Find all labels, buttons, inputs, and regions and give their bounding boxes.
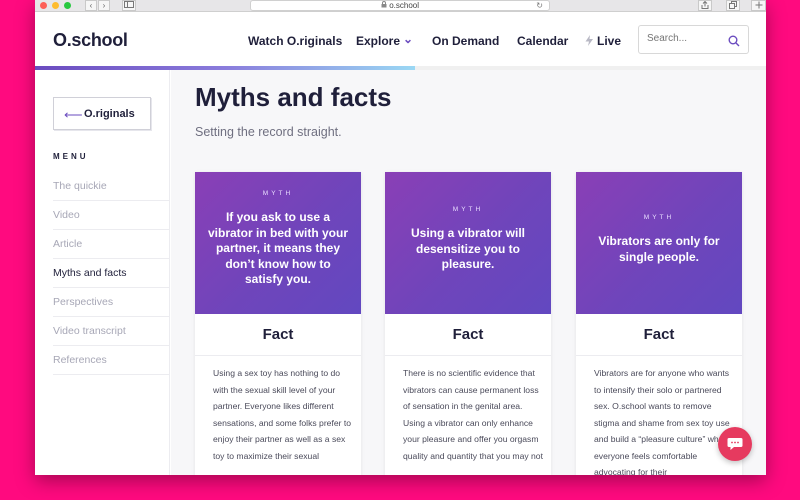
address-bar[interactable]: o.school ↻	[250, 0, 550, 11]
fact-heading: Fact	[643, 326, 675, 343]
fact-text: There is no scientific evidence that vib…	[403, 368, 543, 461]
fact-heading: Fact	[262, 326, 294, 343]
back-to-originals-button[interactable]: ⟵ O.riginals	[53, 97, 151, 130]
url-text: o.school	[389, 1, 420, 10]
bolt-icon	[585, 35, 594, 49]
close-window-button[interactable]	[40, 2, 47, 9]
search-box	[638, 25, 749, 54]
browser-toolbar: ‹ › o.school ↻	[35, 0, 766, 12]
forward-nav-button[interactable]: ›	[98, 0, 110, 11]
site-logo[interactable]: O.school	[53, 30, 128, 51]
myth-fact-card: MYTH Using a vibrator will desensitize y…	[385, 172, 551, 475]
divider	[385, 355, 551, 356]
sidebar-item-video-transcript[interactable]: Video transcript	[53, 317, 170, 346]
search-input[interactable]	[647, 33, 727, 44]
browser-window: ‹ › o.school ↻ O.school Watch O.riginals…	[35, 0, 766, 475]
fact-text: Using a sex toy has nothing to do with t…	[213, 368, 352, 461]
myth-text: Using a vibrator will desensitize you to…	[410, 226, 526, 271]
chat-button[interactable]	[718, 427, 752, 461]
myth-panel: MYTH If you ask to use a vibrator in bed…	[195, 172, 361, 314]
zoom-window-button[interactable]	[64, 2, 71, 9]
menu-heading: MENU	[53, 152, 89, 161]
sidebar-item-references[interactable]: References	[53, 346, 170, 375]
page-subtitle: Setting the record straight.	[195, 125, 342, 139]
site-header: O.school Watch O.riginals Explore ⌄ On D…	[35, 13, 766, 66]
fact-heading: Fact	[452, 326, 484, 343]
nav-watch-originals[interactable]: Watch O.riginals	[248, 34, 342, 48]
sidebar-item-the-quickie[interactable]: The quickie	[53, 172, 170, 201]
chevron-down-icon[interactable]: ⌄	[403, 32, 413, 46]
sidebar-item-article[interactable]: Article	[53, 230, 170, 259]
myth-text: Vibrators are only for single people.	[598, 234, 720, 264]
back-button-label: O.riginals	[84, 108, 135, 120]
chat-bubble-icon	[727, 437, 743, 456]
myth-label: MYTH	[452, 206, 484, 213]
back-nav-button[interactable]: ‹	[85, 0, 97, 11]
myth-panel: MYTH Vibrators are only for single peopl…	[576, 172, 742, 314]
sidebar: ⟵ O.riginals MENU The quickie Video Arti…	[35, 70, 170, 475]
main-content: Myths and facts Setting the record strai…	[171, 70, 766, 475]
nav-explore[interactable]: Explore	[356, 34, 400, 48]
nav-calendar[interactable]: Calendar	[517, 34, 568, 48]
sidebar-toggle-icon[interactable]	[122, 0, 136, 11]
myth-label: MYTH	[262, 190, 294, 197]
sidebar-item-video[interactable]: Video	[53, 201, 170, 230]
sidebar-item-myths-and-facts[interactable]: Myths and facts	[53, 259, 170, 288]
myth-text: If you ask to use a vibrator in bed with…	[207, 210, 348, 286]
lock-icon	[381, 1, 389, 10]
page-title: Myths and facts	[195, 82, 392, 112]
divider	[576, 355, 742, 356]
myth-fact-card: MYTH Vibrators are only for single peopl…	[576, 172, 742, 475]
fact-text: Vibrators are for anyone who wants to in…	[594, 368, 732, 475]
tabs-overview-icon[interactable]	[726, 0, 740, 11]
nav-live[interactable]: Live	[597, 34, 621, 48]
sidebar-menu: The quickie Video Article Myths and fact…	[53, 172, 170, 375]
myth-fact-card: MYTH If you ask to use a vibrator in bed…	[195, 172, 361, 475]
search-icon[interactable]	[728, 34, 740, 47]
new-tab-icon[interactable]	[751, 0, 766, 11]
reload-icon[interactable]: ↻	[536, 1, 543, 10]
minimize-window-button[interactable]	[52, 2, 59, 9]
nav-on-demand[interactable]: On Demand	[432, 34, 499, 48]
myth-panel: MYTH Using a vibrator will desensitize y…	[385, 172, 551, 314]
myth-label: MYTH	[643, 214, 675, 221]
sidebar-item-perspectives[interactable]: Perspectives	[53, 288, 170, 317]
divider	[195, 355, 361, 356]
share-icon[interactable]	[698, 0, 712, 11]
arrow-left-icon: ⟵	[64, 107, 83, 122]
